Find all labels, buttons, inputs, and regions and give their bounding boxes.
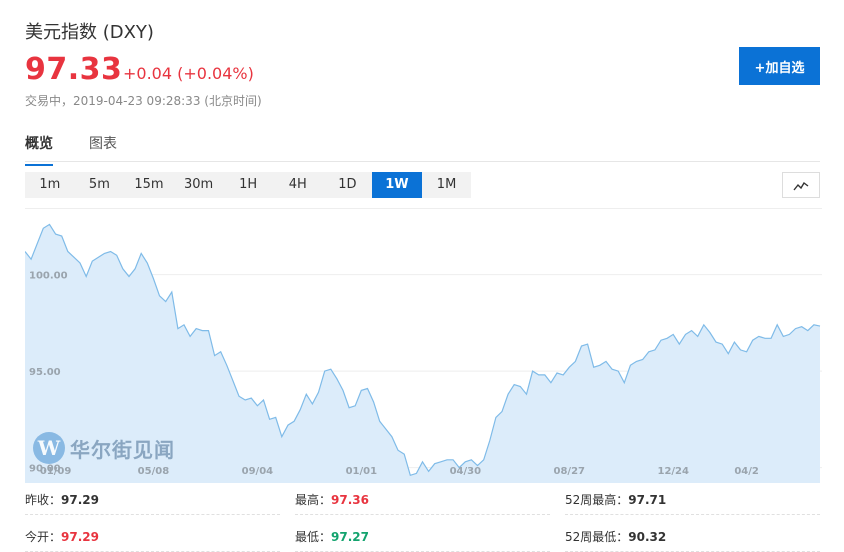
- stat-52w-high: 52周最高：97.71: [565, 485, 820, 515]
- range-4h-button[interactable]: 4H: [273, 172, 323, 198]
- x-tick-label-0: 01/09: [40, 466, 72, 477]
- price-change: +0.04 (+0.04%): [123, 64, 254, 83]
- watermark-text: 华尔街见闻: [70, 437, 175, 462]
- stat-value: 90.32: [628, 530, 667, 544]
- add-watchlist-button[interactable]: +加自选: [739, 47, 820, 85]
- chart-type-button[interactable]: [782, 172, 820, 198]
- x-tick-label-6: 12/24: [657, 466, 689, 477]
- range-1mo-button[interactable]: 1M: [422, 172, 472, 198]
- range-5m-button[interactable]: 5m: [75, 172, 125, 198]
- line-chart-icon: [793, 176, 809, 195]
- x-tick-label-4: 04/30: [450, 466, 482, 477]
- tab-chart[interactable]: 图表: [89, 133, 117, 153]
- x-tick-label-7: 04/2: [734, 466, 759, 477]
- x-tick-label-2: 09/04: [242, 466, 274, 477]
- stat-value: 97.36: [331, 493, 369, 507]
- stat-high: 最高：97.36: [295, 485, 550, 515]
- y-tick-label-1: 95.00: [29, 367, 61, 378]
- page-title: 美元指数 (DXY): [25, 22, 154, 43]
- range-1m-button[interactable]: 1m: [25, 172, 75, 198]
- stat-open: 今开：97.29: [25, 522, 280, 552]
- x-tick-label-1: 05/08: [138, 466, 170, 477]
- watermark-logo: W 华尔街见闻: [33, 432, 175, 464]
- range-15m-button[interactable]: 15m: [124, 172, 174, 198]
- range-30m-button[interactable]: 30m: [174, 172, 224, 198]
- stat-label: 昨收：: [25, 493, 62, 507]
- stat-label: 今开：: [25, 530, 62, 544]
- stat-value: 97.29: [61, 530, 99, 544]
- x-tick-label-5: 08/27: [554, 466, 586, 477]
- stats-grid: 昨收：97.29 最高：97.36 52周最高：97.71 今开：97.29 最…: [25, 485, 820, 552]
- stat-low: 最低：97.27: [295, 522, 550, 552]
- stat-52w-low: 52周最低：90.32: [565, 522, 820, 552]
- tab-overview[interactable]: 概览: [25, 133, 53, 166]
- stat-value: 97.29: [61, 493, 99, 507]
- stat-value: 97.71: [628, 493, 667, 507]
- stat-label: 52周最高：: [565, 493, 629, 507]
- x-tick-label-3: 01/01: [346, 466, 378, 477]
- stat-label: 最低：: [295, 530, 332, 544]
- range-1h-button[interactable]: 1H: [223, 172, 273, 198]
- range-1w-button[interactable]: 1W: [372, 172, 422, 198]
- stat-prev-close: 昨收：97.29: [25, 485, 280, 515]
- y-tick-label-0: 100.00: [29, 271, 68, 282]
- range-selector: 1m 5m 15m 30m 1H 4H 1D 1W 1M: [25, 172, 472, 198]
- wallstreetcn-logo-icon: W: [33, 432, 65, 464]
- tab-bar: 概览 图表: [25, 130, 820, 166]
- stat-value: 97.27: [331, 530, 369, 544]
- current-price: 97.33: [25, 52, 123, 87]
- stat-label: 最高：: [295, 493, 332, 507]
- range-1d-button[interactable]: 1D: [323, 172, 373, 198]
- stat-label: 52周最低：: [565, 530, 629, 544]
- trading-status: 交易中，2019-04-23 09:28:33 (北京时间): [25, 94, 262, 108]
